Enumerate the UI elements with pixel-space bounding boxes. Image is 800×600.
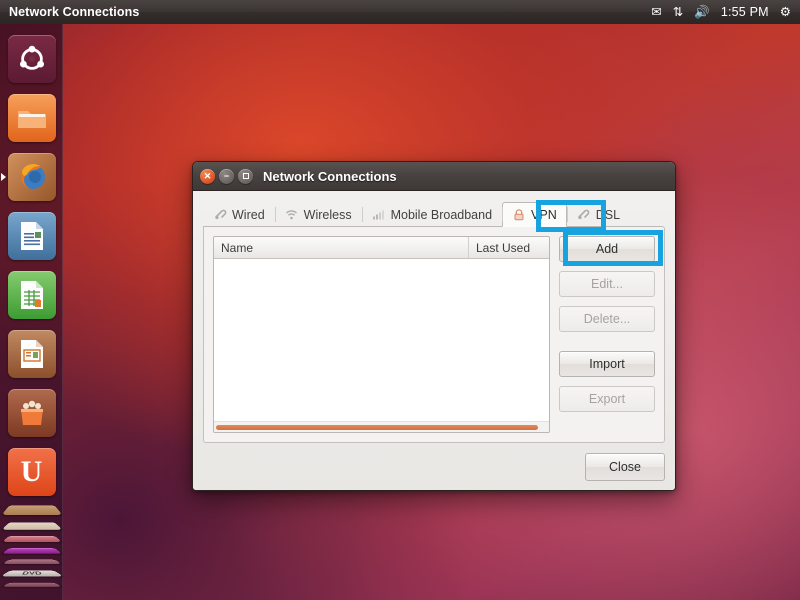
network-updown-icon[interactable]: ⇅ (673, 6, 683, 19)
unity-launcher: U DVD (0, 24, 64, 600)
signal-bars-icon (372, 209, 386, 221)
ubuntu-circle-of-friends-glyph (19, 45, 44, 70)
desktop: Network Connections ✉ ⇅ 🔊 1:55 PM ⚙ U DV… (0, 0, 800, 600)
ubuntu-software-center-icon[interactable] (7, 388, 56, 437)
tab-dsl[interactable]: DSL (566, 202, 630, 227)
firefox-glyph (20, 163, 45, 189)
launcher-item-libreoffice-calc[interactable] (0, 265, 63, 324)
horizontal-scrollbar[interactable] (214, 421, 549, 432)
gear-icon[interactable]: ⚙ (780, 6, 791, 19)
folder-glyph (17, 110, 46, 128)
minimize-icon: − (223, 170, 230, 181)
close-dialog-button[interactable]: Close (585, 452, 665, 481)
import-button[interactable]: Import (559, 351, 655, 377)
dialog-titlebar[interactable]: ✕ − Network Connections (193, 162, 675, 191)
launcher-item-firefox[interactable] (0, 147, 63, 206)
plug-icon (213, 209, 227, 221)
edit-button-label: Edit... (591, 277, 623, 291)
tab-mobile-broadband[interactable]: Mobile Broadband (361, 202, 502, 227)
panel-clock[interactable]: 1:55 PM (721, 5, 769, 19)
maximize-icon (242, 173, 249, 179)
close-button[interactable]: ✕ (200, 168, 215, 184)
ubuntu-one-letter-glyph: U (20, 454, 43, 488)
folded-item-media-player[interactable] (0, 544, 63, 556)
ubuntu-dash-icon[interactable] (7, 34, 56, 83)
close-dialog-button-label: Close (609, 459, 641, 474)
panel-app-title: Network Connections (9, 5, 140, 19)
action-button-column: Add Edit... Delete... Import Export (559, 236, 655, 433)
dialog-button-row: Close (203, 443, 665, 481)
plug-icon (577, 209, 591, 221)
column-header-last-used-label: Last Used (476, 240, 531, 255)
shopping-bag-glyph (20, 400, 43, 425)
padlock-icon (512, 208, 526, 221)
add-button[interactable]: Add (559, 236, 655, 262)
tab-mobile-broadband-label: Mobile Broadband (390, 207, 493, 222)
export-button-label: Export (588, 392, 626, 406)
files-nautilus-icon[interactable] (7, 93, 56, 142)
folded-item-trash[interactable] (0, 579, 63, 589)
launcher-item-libreoffice-impress[interactable] (0, 324, 63, 383)
delete-button-label: Delete... (583, 312, 631, 326)
launcher-item-files[interactable] (0, 88, 63, 147)
tab-vpn[interactable]: VPN (502, 202, 567, 227)
minimize-button[interactable]: − (219, 168, 234, 184)
messaging-envelope-icon[interactable]: ✉ (651, 6, 661, 19)
tab-wireless[interactable]: Wireless (274, 202, 362, 227)
volume-speaker-icon[interactable]: 🔊 (694, 6, 710, 19)
tab-wired[interactable]: Wired (203, 202, 275, 227)
launcher-item-ubuntu-dash[interactable] (0, 29, 63, 88)
document-glyph (20, 221, 43, 250)
folded-item-dvd-label: DVD (0, 570, 64, 576)
export-button[interactable]: Export (559, 386, 655, 412)
libreoffice-writer-icon[interactable] (7, 211, 56, 260)
top-panel: Network Connections ✉ ⇅ 🔊 1:55 PM ⚙ (0, 0, 800, 24)
firefox-icon[interactable] (7, 152, 56, 201)
horizontal-scrollbar-thumb[interactable] (216, 425, 538, 430)
launcher-item-libreoffice-writer[interactable] (0, 206, 63, 265)
folded-item-photos[interactable] (0, 556, 63, 566)
import-button-label: Import (589, 357, 625, 371)
vpn-tab-panel: Name Last Used Add Edit... Delete... Imp… (203, 226, 665, 443)
maximize-button[interactable] (238, 168, 253, 184)
wifi-icon (285, 209, 299, 221)
tab-bar: Wired Wireless Mobile Broadband VPN DSL (203, 200, 665, 227)
tab-wireless-label: Wireless (303, 207, 352, 222)
delete-button[interactable]: Delete... (559, 306, 655, 332)
ubuntu-one-icon[interactable]: U (7, 447, 56, 496)
dialog-body: Wired Wireless Mobile Broadband VPN DSL … (193, 191, 675, 490)
launcher-running-arrow-icon (1, 172, 6, 181)
launcher-item-ubuntu-one[interactable]: U (0, 442, 63, 501)
indicator-tray: ✉ ⇅ 🔊 1:55 PM ⚙ (651, 5, 800, 19)
folded-item-dvd[interactable]: DVD (0, 566, 64, 579)
tab-vpn-label: VPN (531, 207, 557, 222)
connections-list[interactable]: Name Last Used (213, 236, 550, 433)
folded-item-home-folder[interactable] (0, 518, 63, 532)
folded-item-workspace-switcher[interactable] (0, 501, 63, 518)
connections-list-header: Name Last Used (214, 237, 549, 259)
column-header-name[interactable]: Name (214, 237, 469, 258)
libreoffice-impress-icon[interactable] (7, 329, 56, 378)
tab-wired-label: Wired (232, 207, 265, 222)
add-button-label: Add (595, 242, 619, 256)
presentation-glyph (20, 339, 43, 368)
network-connections-dialog: ✕ − Network Connections Wired Wireless M… (192, 161, 676, 491)
close-icon: ✕ (203, 170, 212, 181)
column-header-name-label: Name (221, 240, 254, 255)
dialog-title: Network Connections (263, 168, 397, 184)
column-header-last-used[interactable]: Last Used (469, 237, 549, 258)
tab-dsl-label: DSL (595, 207, 621, 222)
folded-item-tools[interactable] (0, 532, 63, 544)
edit-button[interactable]: Edit... (559, 271, 655, 297)
libreoffice-calc-icon[interactable] (7, 270, 56, 319)
spreadsheet-glyph (20, 280, 43, 309)
launcher-item-ubuntu-software-center[interactable] (0, 383, 63, 442)
connections-list-body[interactable] (214, 259, 549, 421)
